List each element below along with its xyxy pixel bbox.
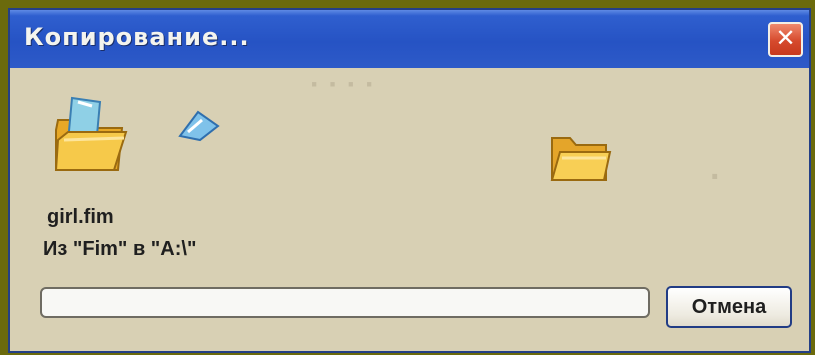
progress-bar bbox=[40, 287, 650, 318]
background-bleed-text: · · · · bbox=[310, 68, 375, 101]
close-icon: ✕ bbox=[775, 24, 796, 52]
window-title: Копирование... bbox=[24, 23, 250, 51]
destination-folder-icon bbox=[550, 137, 612, 181]
cancel-button[interactable]: Отмена bbox=[666, 286, 792, 328]
close-button[interactable]: ✕ bbox=[768, 22, 803, 57]
flying-document-icon bbox=[178, 110, 220, 142]
background-bleed-text: · bbox=[710, 158, 722, 196]
dialog-body: · · · · · girl.fim Из "Fim" в "A:\" Отме… bbox=[10, 68, 809, 351]
source-folder-icon bbox=[54, 96, 128, 171]
copy-path-text: Из "Fim" в "A:\" bbox=[43, 238, 197, 260]
file-name: girl.fim bbox=[47, 206, 114, 228]
copy-dialog-window: Копирование... ✕ · · · · · girl.fim Из "… bbox=[8, 8, 811, 353]
title-bar[interactable]: Копирование... ✕ bbox=[10, 10, 809, 68]
